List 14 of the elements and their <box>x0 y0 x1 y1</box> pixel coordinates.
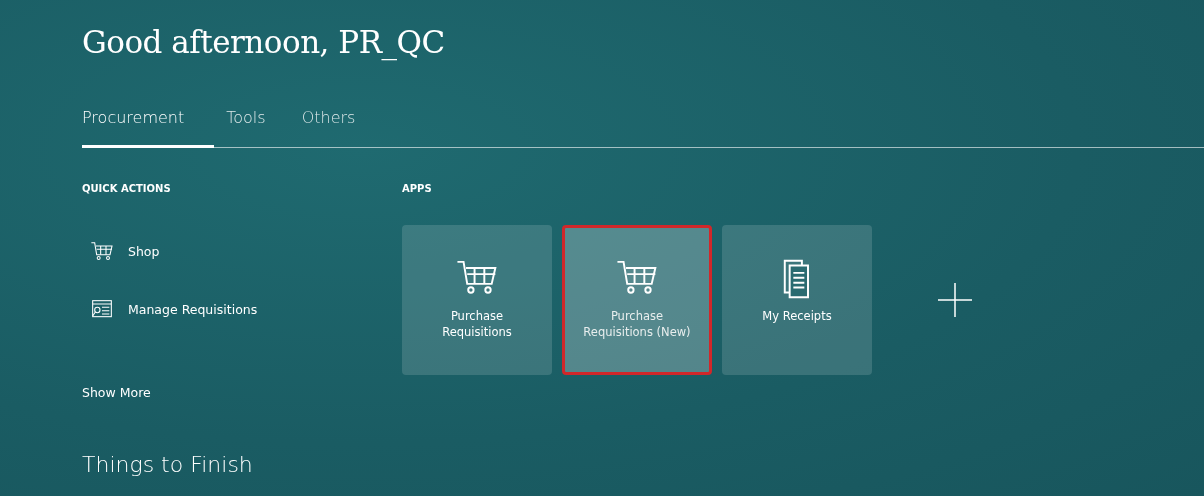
tab[interactable]: Others <box>301 100 356 148</box>
app-tile[interactable]: Purchase Requisitions (New) <box>562 225 712 375</box>
section-title: APPS <box>402 182 433 196</box>
tab[interactable]: Procurement <box>82 100 215 148</box>
app-tile[interactable]: Purchase Requisitions <box>402 225 552 375</box>
section-title: QUICK ACTIONS <box>82 182 172 196</box>
add-icon[interactable] <box>937 282 973 318</box>
section-heading: Things to Finish <box>82 451 254 479</box>
tab[interactable]: Tools <box>226 100 266 148</box>
show-more-link[interactable]: Show More <box>82 384 151 403</box>
quick-action-link[interactable]: Manage Requisitions <box>82 298 402 322</box>
quick-action-link[interactable]: Shop <box>82 240 402 264</box>
greeting-heading: Good afternoon, PR_QC <box>82 24 446 63</box>
app-tile[interactable]: My Receipts <box>722 225 872 375</box>
